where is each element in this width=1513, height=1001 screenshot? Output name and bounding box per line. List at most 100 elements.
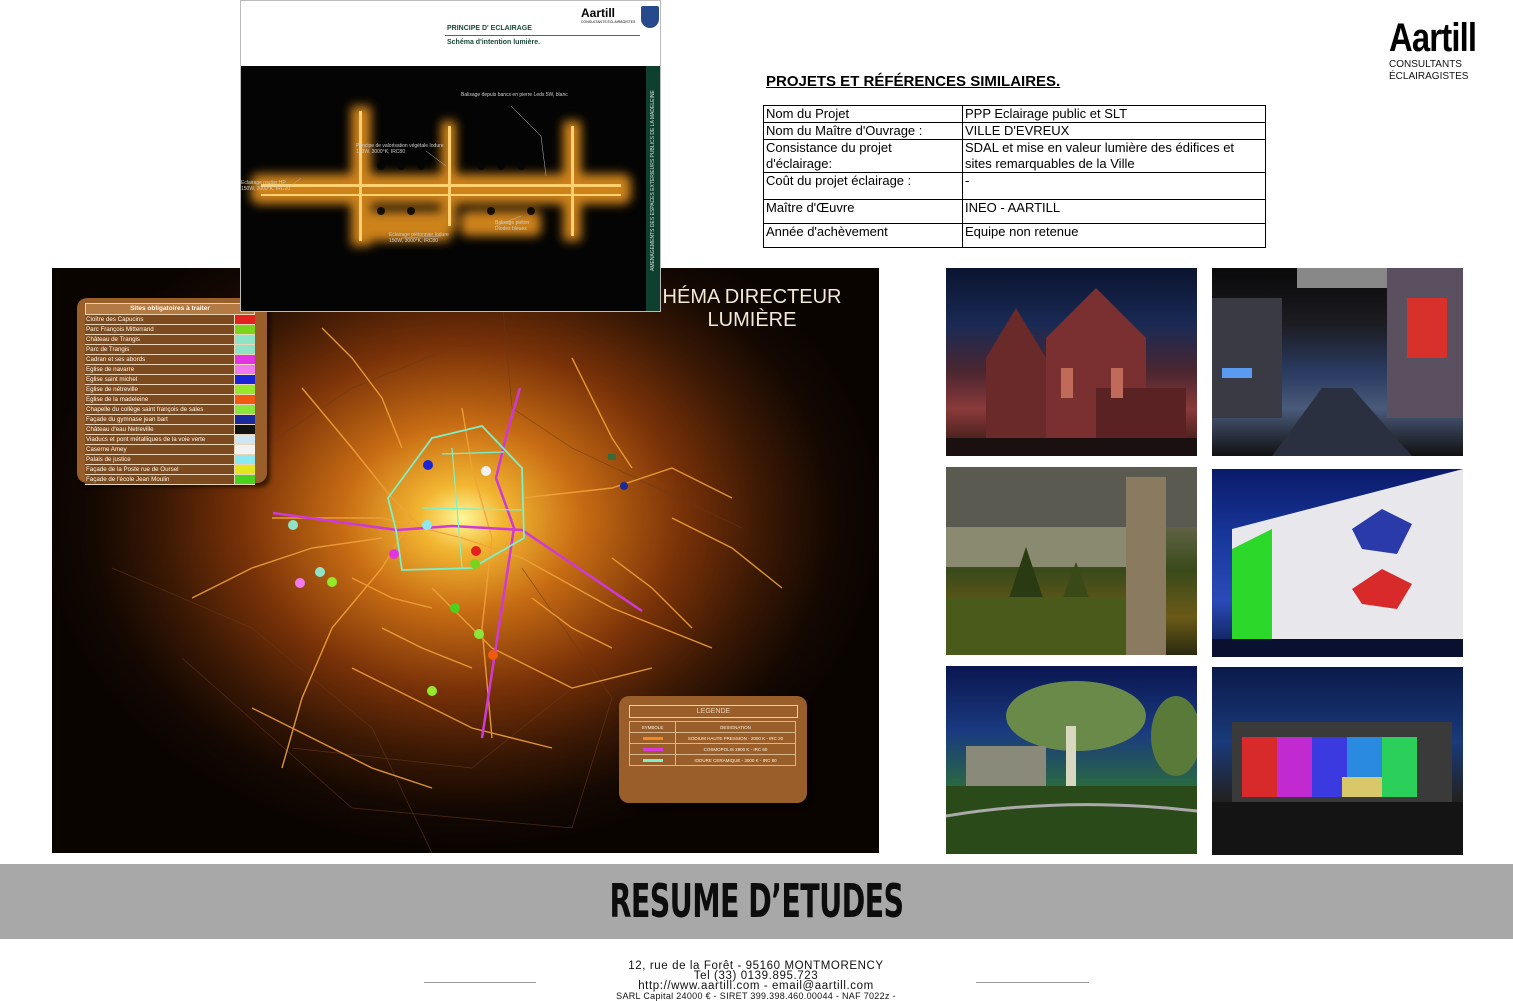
row-key: Nom du Projet <box>763 105 963 123</box>
table-row: Maître d'Œuvre INEO - AARTILL <box>763 199 1266 224</box>
site-name: Eglise de la madeleine <box>85 395 234 404</box>
list-item: Façade de l'école Jean Moulin <box>85 475 255 485</box>
row-value: - <box>962 172 1266 200</box>
site-name: Parc François Mitterrand <box>85 325 234 334</box>
photo-cloister-garden <box>946 467 1197 655</box>
site-name: Viaducs et pont métalliques de la voie v… <box>85 435 234 444</box>
banner-title: RESUME D’ETUDES <box>609 874 905 928</box>
plan-logo-tagline: CONSULTANTS ÉCLAIRAGISTES <box>581 20 636 24</box>
site-color-swatch <box>234 345 255 354</box>
table-row: Coût du projet éclairage :- <box>763 172 1266 200</box>
projects-title: PROJETS ET RÉFÉRENCES SIMILAIRES. <box>766 73 1061 90</box>
site-name: Façade de la Poste rue de Oursel <box>85 465 234 474</box>
site-color-swatch <box>234 355 255 364</box>
site-color-swatch <box>234 375 255 384</box>
legend-title: LEGENDE <box>629 705 798 718</box>
list-item: Château de Trangis <box>85 335 255 345</box>
projects-table: Nom du Projet PPP Eclairage public et SLT… <box>763 105 1266 248</box>
site-marker <box>471 546 481 556</box>
list-item: Façade de la Poste rue de Oursel <box>85 465 255 475</box>
site-marker <box>488 650 498 660</box>
site-name: Eglise de nétreville <box>85 385 234 394</box>
site-color-swatch <box>234 475 255 484</box>
site-name: Eglise saint michel <box>85 375 234 384</box>
row-key: Maître d'Œuvre <box>763 199 963 224</box>
site-marker <box>288 520 298 530</box>
list-item: Palais de justice <box>85 455 255 465</box>
lighting-master-plan-map: HÉMA DIRECTEUR LUMIÈRE Sites obligatoire… <box>52 268 879 853</box>
row-key: Année d'achèvement <box>763 223 963 248</box>
list-item: Cadran et ses abords <box>85 355 255 365</box>
row-value: VILLE D'EVREUX <box>962 122 1266 140</box>
list-item: Caserne Amey <box>85 445 255 455</box>
sites-list: Cloître des Capucins Parc François Mitter… <box>85 315 255 485</box>
site-name: Cadran et ses abords <box>85 355 234 364</box>
plan-label: Principe de valorisation végétale Iodure… <box>356 143 444 155</box>
site-color-swatch <box>234 415 255 424</box>
site-name: Palais de justice <box>85 455 234 464</box>
legend-row: SODIUM HAUTE PRESSION - 2000 K - IRC 20 <box>629 732 796 744</box>
sites-list-panel: Sites obligatoires à traiter Cloître des… <box>77 298 267 485</box>
site-name: Façade du gymnase jean bart <box>85 415 234 424</box>
plan-divider <box>445 35 640 36</box>
list-item: Eglise de la madeleine <box>85 395 255 405</box>
logo-tagline-1: CONSULTANTS <box>1389 59 1462 70</box>
site-marker <box>608 454 616 460</box>
site-name: Caserne Amey <box>85 445 234 454</box>
site-name: Château d'eau Netreville <box>85 425 234 434</box>
legend-col-designation: DESIGNATION <box>675 721 796 733</box>
photo-colored-facade <box>1212 667 1463 855</box>
legend-col-symbol: SYMBOLE <box>629 721 676 733</box>
map-title-line-2: LUMIÈRE <box>707 309 797 331</box>
site-marker <box>481 466 491 476</box>
plan-subtitle: Schéma d'intention lumière. <box>447 39 541 46</box>
plan-title: PRINCIPE D' ECLAIRAGE <box>447 25 532 32</box>
row-key: Coût du projet éclairage : <box>763 172 963 200</box>
legend-row: IODURE CERAMIQUE - 3000 K - IRC 80 <box>629 754 796 766</box>
photo-modern-building-lit <box>1212 469 1463 657</box>
list-item: Château d'eau Netreville <box>85 425 255 435</box>
site-name: Château de Trangis <box>85 335 234 344</box>
legend-row: COSMOPOLIS 2800 K - IRC 60 <box>629 743 796 755</box>
site-color-swatch <box>234 385 255 394</box>
footer-web[interactable]: http://www.aartill.com - email@aartill.c… <box>456 980 1056 992</box>
site-color-swatch <box>234 395 255 404</box>
list-item: Cloître des Capucins <box>85 315 255 325</box>
legend-swatch <box>642 736 663 740</box>
site-marker <box>620 482 628 490</box>
site-marker <box>423 460 433 470</box>
site-color-swatch <box>234 335 255 344</box>
plan-label: Eclairage routier HP 150W, 2000°K, IRC20 <box>241 180 290 192</box>
plan-lighting-layout <box>251 105 631 246</box>
table-row: Nom du Projet PPP Eclairage public et SLT <box>763 105 1266 123</box>
site-color-swatch <box>234 325 255 334</box>
site-color-swatch <box>234 465 255 474</box>
site-marker <box>427 686 437 696</box>
plan-label: Balisage depuis bancs en pierre Leds 5W,… <box>461 92 568 98</box>
site-name: Cloître des Capucins <box>85 315 234 324</box>
photo-illuminated-church <box>946 268 1197 456</box>
site-color-swatch <box>234 425 255 434</box>
legend-desc: IODURE CERAMIQUE - 3000 K - IRC 80 <box>675 754 796 766</box>
plan-side-text: AMENAGEMENTS DES ESPACES EXTERIEURS PUBL… <box>650 90 656 271</box>
map-legend: LEGENDE SYMBOLE DESIGNATION SODIUM HAUTE… <box>619 696 807 803</box>
list-item: Parc de Trangis <box>85 345 255 355</box>
site-marker <box>470 559 480 569</box>
site-color-swatch <box>234 445 255 454</box>
site-marker <box>450 603 460 613</box>
site-marker <box>295 578 305 588</box>
list-item: Parc François Mitterrand <box>85 325 255 335</box>
site-color-swatch <box>234 405 255 414</box>
logo-name: Aartill <box>1389 16 1477 60</box>
site-color-swatch <box>234 455 255 464</box>
row-key: Nom du Maître d'Ouvrage : <box>763 122 963 140</box>
sites-list-title: Sites obligatoires à traiter <box>85 303 255 315</box>
company-logo: Aartill CONSULTANTS ÉCLAIRAGISTES <box>1389 18 1499 82</box>
list-item: Viaducs et pont métalliques de la voie v… <box>85 435 255 445</box>
list-item: Chapelle du collège saint françois de sa… <box>85 405 255 415</box>
legend-desc: COSMOPOLIS 2800 K - IRC 60 <box>675 743 796 755</box>
row-value: PPP Eclairage public et SLT <box>962 105 1266 123</box>
site-name: Chapelle du collège saint françois de sa… <box>85 405 234 414</box>
site-marker <box>389 549 399 559</box>
plan-label: Balisage piéton Diodes bleues <box>495 220 530 232</box>
